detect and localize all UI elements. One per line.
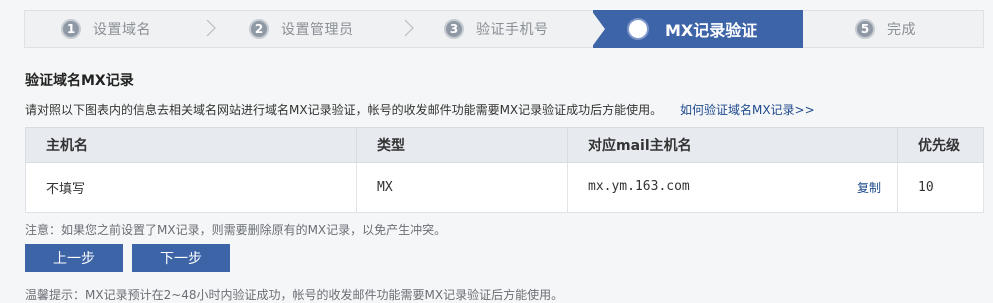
step-label-2: 设置管理员 [281, 22, 354, 38]
header-type: 类型 [356, 127, 568, 163]
step-4-active: MX记录验证 [593, 10, 803, 48]
step-label-1: 设置域名 [93, 22, 151, 38]
next-step-button[interactable]: 下一步 [132, 244, 230, 272]
header-priority: 优先级 [897, 127, 984, 163]
mx-record-table: 主机名 类型 对应mail主机名 优先级 不填写 MX mx.ym.163.co… [25, 127, 984, 213]
cell-priority: 10 [897, 162, 984, 213]
help-link[interactable]: 如何验证域名MX记录>> [680, 103, 815, 117]
header-mail-host: 对应mail主机名 [567, 127, 898, 163]
instructions-text: 请对照以下图表内的信息去相关域名网站进行域名MX记录验证，帐号的收发邮件功能需要… [25, 103, 663, 117]
copy-button[interactable]: 复制 [857, 179, 881, 196]
step-number-1: 1 [61, 19, 81, 39]
step-label-3: 验证手机号 [476, 22, 549, 38]
mail-host-value: mx.ym.163.com [588, 179, 690, 194]
table-row: 不填写 MX mx.ym.163.com 复制 10 [25, 162, 984, 213]
step-1: 1 设置域名 [61, 11, 151, 47]
previous-step-button[interactable]: 上一步 [25, 244, 123, 272]
section-title: 验证域名MX记录 [25, 73, 134, 89]
cell-type: MX [356, 162, 568, 213]
step-3: 3 验证手机号 [444, 11, 549, 47]
step-number-5: 5 [855, 19, 875, 39]
tip-text: 温馨提示：MX记录预计在2~48小时内验证成功，帐号的收发邮件功能需要MX记录验… [25, 288, 564, 302]
chevron-right-icon [404, 19, 414, 37]
step-number-2: 2 [249, 19, 269, 39]
step-label-4: MX记录验证 [665, 21, 758, 40]
cell-host: 不填写 [25, 162, 357, 213]
step-number-3: 3 [444, 19, 464, 39]
step-2: 2 设置管理员 [249, 11, 354, 47]
checkmark-icon [627, 12, 649, 40]
table-header-row: 主机名 类型 对应mail主机名 优先级 [25, 127, 984, 163]
cell-mail-host: mx.ym.163.com 复制 [567, 162, 898, 213]
conflict-note: 注意：如果您之前设置了MX记录，则需要删除原有的MX记录，以免产生冲突。 [25, 223, 447, 237]
progress-stepper: 1 设置域名 2 设置管理员 3 验证手机号 MX记录验证 5 完成 [24, 10, 984, 48]
instructions: 请对照以下图表内的信息去相关域名网站进行域名MX记录验证，帐号的收发邮件功能需要… [25, 101, 815, 118]
step-5: 5 完成 [855, 11, 916, 47]
step-label-5: 完成 [887, 22, 916, 38]
chevron-right-icon [206, 19, 216, 37]
header-host: 主机名 [25, 127, 357, 163]
